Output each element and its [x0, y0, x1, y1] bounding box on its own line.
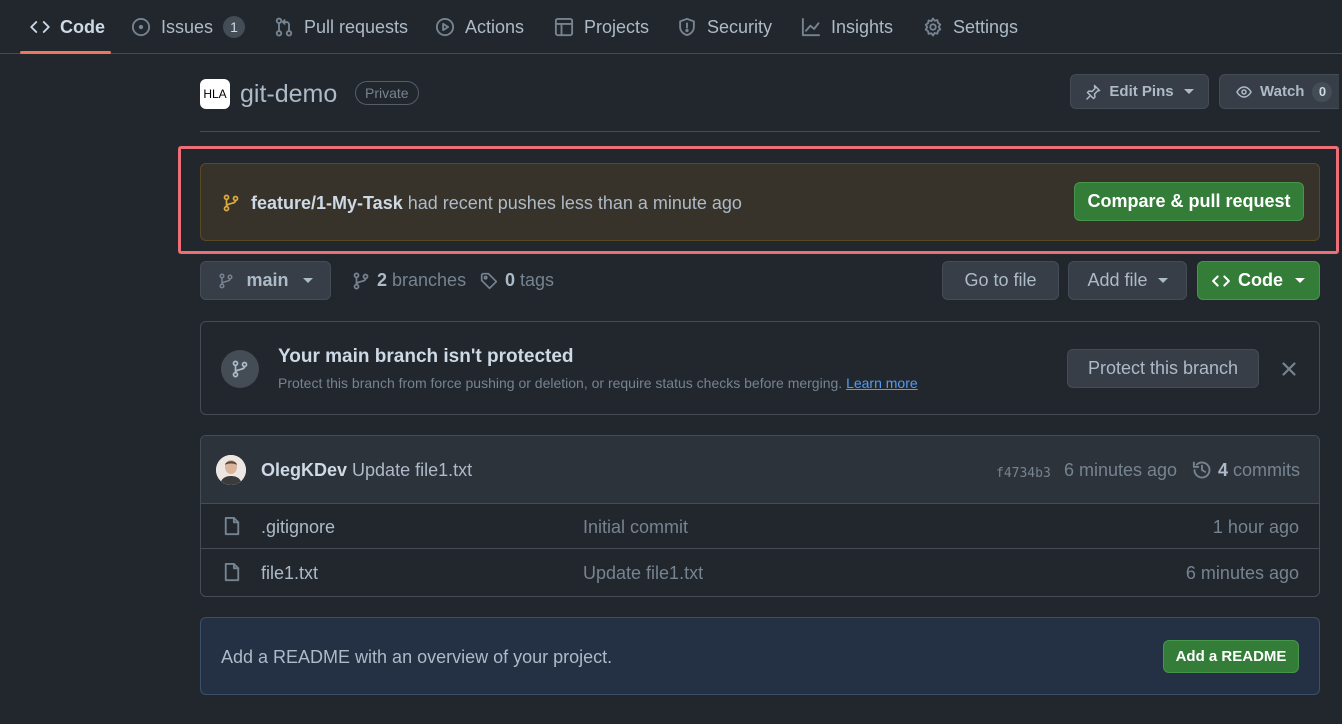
file-icon — [224, 516, 240, 536]
commit-sha[interactable]: f4734b3 — [996, 463, 1051, 485]
branch-icon-circle — [221, 350, 259, 388]
issues-count-badge: 1 — [223, 16, 246, 38]
row-divider — [201, 548, 1319, 549]
watch-button[interactable]: Watch 0 — [1219, 74, 1339, 109]
eye-icon — [1236, 85, 1252, 98]
tab-issues[interactable]: Issues 1 — [131, 0, 246, 54]
branch-icon — [232, 360, 248, 378]
edit-pins-label: Edit Pins — [1109, 83, 1174, 100]
branches-count: 2 — [377, 270, 388, 290]
commit-time: 6 minutes ago — [1064, 460, 1178, 480]
file-commit-time: 1 hour ago — [1212, 517, 1299, 537]
code-dropdown-button[interactable]: Code — [1197, 261, 1320, 300]
watch-label: Watch — [1260, 83, 1305, 100]
code-icon — [30, 21, 50, 33]
recent-push-text: had recent pushes less than a minute ago — [402, 193, 742, 213]
compare-pull-request-button[interactable]: Compare & pull request — [1074, 182, 1304, 221]
tab-actions-label: Actions — [465, 16, 525, 37]
chevron-down-icon — [302, 278, 313, 283]
tab-security[interactable]: Security — [677, 0, 772, 54]
pushed-branch-name[interactable]: feature/1-My-Task — [251, 193, 403, 213]
repo-name[interactable]: git-demo — [240, 78, 337, 110]
tab-security-label: Security — [707, 16, 773, 37]
branch-icon — [353, 272, 369, 289]
visibility-badge: Private — [355, 81, 419, 105]
file-name-link[interactable]: file1.txt — [261, 562, 318, 584]
latest-commit-message: OlegKDev Update file1.txt — [261, 459, 472, 481]
file-commit-time: 6 minutes ago — [1185, 563, 1299, 583]
current-branch-label: main — [246, 270, 289, 290]
chevron-down-icon — [1157, 278, 1168, 283]
repo-nav: Code Issues 1 Pull requests Actions Proj… — [0, 0, 1342, 54]
table-icon — [554, 17, 574, 37]
tab-projects[interactable]: Projects — [554, 0, 649, 54]
edit-pins-button[interactable]: Edit Pins — [1070, 74, 1209, 109]
code-button-label: Code — [1238, 270, 1283, 290]
branches-label: branches — [387, 270, 467, 290]
tab-code[interactable]: Code — [30, 0, 105, 54]
protection-description-text: Protect this branch from force pushing o… — [278, 375, 847, 391]
learn-more-link[interactable]: Learn more — [846, 375, 918, 391]
branches-link[interactable]: 2 branches — [352, 270, 466, 291]
user-avatar-icon — [216, 455, 246, 485]
watch-count: 0 — [1312, 81, 1333, 102]
pin-icon — [1086, 84, 1101, 100]
file-commit-message[interactable]: Update file1.txt — [583, 562, 703, 584]
close-icon[interactable] — [1278, 358, 1300, 380]
code-icon — [1212, 274, 1230, 287]
tag-icon — [480, 272, 498, 289]
shield-icon — [679, 17, 695, 37]
add-readme-button[interactable]: Add a README — [1163, 640, 1299, 673]
gear-icon — [924, 17, 942, 37]
commits-history-link[interactable]: 4 commits — [1192, 459, 1300, 481]
tab-insights-label: Insights — [831, 16, 894, 37]
commits-count: 4 — [1218, 460, 1229, 480]
active-tab-underline — [20, 51, 111, 54]
add-file-label: Add file — [1087, 270, 1148, 290]
tab-pull-requests[interactable]: Pull requests — [274, 0, 408, 54]
tab-issues-label: Issues — [161, 16, 214, 37]
branch-icon — [219, 272, 234, 289]
tags-count: 0 — [505, 270, 516, 290]
tab-pull-requests-label: Pull requests — [304, 16, 409, 37]
protection-description: Protect this branch from force pushing o… — [278, 375, 918, 391]
commit-author[interactable]: OlegKDev — [261, 460, 347, 480]
add-file-button[interactable]: Add file — [1068, 261, 1187, 300]
avatar[interactable] — [216, 455, 246, 485]
graph-icon — [801, 17, 821, 37]
tab-projects-label: Projects — [584, 16, 650, 37]
branch-icon — [223, 194, 239, 212]
file-name-link[interactable]: .gitignore — [261, 516, 335, 538]
play-icon — [435, 17, 455, 37]
tab-settings[interactable]: Settings — [923, 0, 1018, 54]
protection-title: Your main branch isn't protected — [278, 346, 574, 367]
tab-settings-label: Settings — [953, 16, 1019, 37]
chevron-down-icon — [1183, 89, 1194, 94]
file-commit-message[interactable]: Initial commit — [583, 516, 688, 538]
readme-prompt-text: Add a README with an overview of your pr… — [221, 647, 613, 667]
protect-branch-button[interactable]: Protect this branch — [1067, 349, 1259, 388]
tab-insights[interactable]: Insights — [801, 0, 893, 54]
tab-code-label: Code — [60, 16, 105, 37]
branch-select-button[interactable]: main — [200, 261, 331, 300]
history-icon — [1192, 461, 1211, 479]
commits-label: commits — [1228, 460, 1301, 480]
recent-push-message: feature/1-My-Task had recent pushes less… — [251, 192, 742, 214]
tab-actions[interactable]: Actions — [435, 0, 524, 54]
chevron-down-icon — [1295, 278, 1305, 283]
tags-label: tags — [515, 270, 555, 290]
tags-link[interactable]: 0 tags — [480, 270, 554, 291]
repo-owner-avatar[interactable]: HLA — [200, 79, 230, 109]
issue-icon — [131, 17, 151, 37]
go-to-file-button[interactable]: Go to file — [942, 261, 1059, 300]
commit-message-link[interactable]: Update file1.txt — [347, 460, 472, 480]
pull-request-icon — [275, 17, 293, 37]
file-icon — [224, 562, 240, 582]
header-divider — [200, 131, 1320, 132]
